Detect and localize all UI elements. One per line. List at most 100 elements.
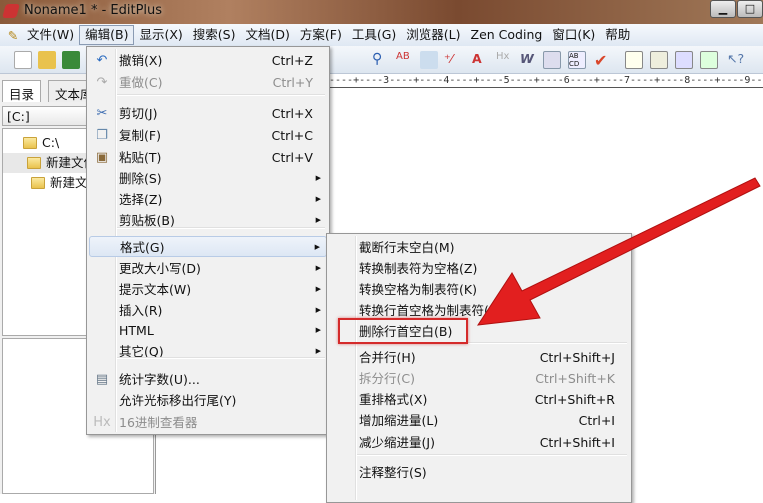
menu-item[interactable]: 格式(G) ▶ bbox=[89, 236, 327, 257]
spellcheck-icon[interactable]: ✔ bbox=[594, 51, 612, 70]
menu-item-label: 更改大小写(D) bbox=[119, 261, 201, 276]
menu-edit[interactable]: 编辑(B) bbox=[79, 25, 135, 45]
menu-search[interactable]: 搜索(S) bbox=[188, 25, 241, 45]
linenumber-icon[interactable]: ⁺⁄ bbox=[444, 51, 462, 69]
submenu-arrow-icon: ▶ bbox=[315, 285, 321, 293]
tab-directory[interactable]: 目录 bbox=[2, 80, 42, 102]
menu-item-shortcut: Ctrl+X bbox=[271, 106, 313, 121]
edit-menu: ↶ 撤销(X) Ctrl+Z ↷ 重做(C) Ctrl+Y ✂ 剪切(J) Ctrl+X ❐ 复制(… bbox=[86, 46, 330, 435]
menu-item-label: 粘贴(T) bbox=[119, 150, 162, 165]
menu-item[interactable]: 插入(R) ▶ bbox=[89, 300, 327, 321]
menu-item-label: 重排格式(X) bbox=[359, 392, 428, 407]
submenu-arrow-icon: ▶ bbox=[315, 264, 321, 272]
menu-item[interactable]: 重排格式(X) Ctrl+Shift+R bbox=[329, 389, 629, 410]
menu-item-label: 重做(C) bbox=[119, 75, 163, 90]
menu-item[interactable]: ↶ 撤销(X) Ctrl+Z bbox=[89, 50, 327, 71]
panel-icon[interactable] bbox=[625, 51, 643, 69]
menu-item[interactable]: 更改大小写(D) ▶ bbox=[89, 258, 327, 279]
menu-item-shortcut: Ctrl+I bbox=[578, 413, 615, 428]
tree-node[interactable]: C:\ bbox=[23, 133, 59, 153]
menu-item[interactable]: 允许光标移出行尾(Y) bbox=[89, 390, 327, 411]
undo-icon: ↶ bbox=[96, 53, 108, 68]
menu-item-label: 16进制查看器 bbox=[119, 415, 198, 430]
submenu-arrow-icon: ▶ bbox=[314, 243, 320, 251]
submenu-arrow-icon: ▶ bbox=[315, 195, 321, 203]
menu-item-label: 截断行末空白(M) bbox=[359, 240, 455, 255]
replace-icon[interactable]: AB bbox=[396, 51, 414, 69]
menu-tools[interactable]: 工具(G) bbox=[347, 25, 401, 45]
menu-item-label: 删除(S) bbox=[119, 171, 162, 186]
menu-item-label: 合并行(H) bbox=[359, 350, 416, 365]
help-icon[interactable]: ↖? bbox=[727, 51, 745, 69]
word-wrap-icon[interactable]: W bbox=[520, 51, 538, 69]
menu-item[interactable]: 合并行(H) Ctrl+Shift+J bbox=[329, 347, 629, 368]
menu-item[interactable]: 选择(Z) ▶ bbox=[89, 189, 327, 210]
red-arrow-annotation bbox=[476, 177, 761, 326]
menu-item[interactable]: 增加缩进量(L) Ctrl+I bbox=[329, 410, 629, 431]
paste-icon: ▣ bbox=[95, 150, 109, 165]
menu-project[interactable]: 方案(F) bbox=[295, 25, 347, 45]
menu-item[interactable]: 减少缩进量(J) Ctrl+Shift+I bbox=[329, 432, 629, 453]
menu-item-label: 提示文本(W) bbox=[119, 282, 192, 297]
menu-item[interactable]: ↷ 重做(C) Ctrl+Y bbox=[89, 72, 327, 93]
menu-item-shortcut: Ctrl+Y bbox=[272, 75, 313, 90]
menu-item-label: 选择(Z) bbox=[119, 192, 163, 207]
submenu-arrow-icon: ▶ bbox=[315, 326, 321, 334]
folder-icon bbox=[27, 157, 41, 169]
menu-view[interactable]: 显示(X) bbox=[134, 25, 187, 45]
cliptext-icon[interactable] bbox=[650, 51, 668, 69]
folder-icon bbox=[31, 177, 45, 189]
menu-item-label: 统计字数(U)... bbox=[119, 372, 200, 387]
menu-item-label: 减少缩进量(J) bbox=[359, 435, 435, 450]
menu-item[interactable]: Hx 16进制查看器 bbox=[89, 412, 327, 433]
menu-item-label: 插入(R) bbox=[119, 303, 163, 318]
menu-item-shortcut: Ctrl+Shift+I bbox=[539, 435, 615, 450]
menu-item[interactable]: HTML ▶ bbox=[89, 320, 327, 341]
menu-item-shortcut: Ctrl+Shift+J bbox=[539, 350, 615, 365]
new-file-icon[interactable] bbox=[14, 51, 32, 69]
menu-item-shortcut: Ctrl+V bbox=[271, 150, 313, 165]
menu-item[interactable]: ✂ 剪切(J) Ctrl+X bbox=[89, 103, 327, 124]
menu-item-label: 格式(G) bbox=[120, 240, 165, 255]
column-select-icon[interactable]: AB CD bbox=[568, 51, 586, 69]
maximize-button[interactable]: □ bbox=[737, 0, 763, 18]
word-count-icon: ▤ bbox=[95, 372, 109, 387]
minimize-button[interactable]: ▁ bbox=[710, 0, 736, 18]
menu-item-shortcut: Ctrl+C bbox=[271, 128, 313, 143]
menu-separator bbox=[117, 227, 325, 229]
hex-toolbar-icon[interactable]: Hx bbox=[496, 51, 514, 69]
open-folder-icon[interactable] bbox=[38, 51, 56, 69]
goto-icon[interactable] bbox=[420, 51, 438, 69]
menu-window[interactable]: 窗口(K) bbox=[547, 25, 600, 45]
menu-item[interactable]: 提示文本(W) ▶ bbox=[89, 279, 327, 300]
redo-icon: ↷ bbox=[96, 75, 108, 90]
menu-item-label: 拆分行(C) bbox=[359, 371, 415, 386]
menu-item-shortcut: Ctrl+Shift+R bbox=[534, 392, 615, 407]
menu-zen-coding[interactable]: Zen Coding bbox=[466, 25, 548, 45]
find-icon[interactable]: ⚲ bbox=[372, 51, 390, 69]
menu-browser[interactable]: 浏览器(L) bbox=[401, 25, 465, 45]
menu-item[interactable]: 注释整行(S) bbox=[329, 462, 629, 483]
menu-separator bbox=[117, 94, 325, 96]
menu-help[interactable]: 帮助 bbox=[600, 25, 635, 45]
indent-guide-icon[interactable] bbox=[543, 51, 561, 69]
menu-item[interactable]: ▣ 粘贴(T) Ctrl+V bbox=[89, 147, 327, 168]
menu-item-label: 复制(F) bbox=[119, 128, 161, 143]
menu-separator bbox=[117, 357, 325, 359]
folder-icon bbox=[23, 137, 37, 149]
save-icon[interactable] bbox=[62, 51, 80, 69]
menu-item[interactable]: 删除(S) ▶ bbox=[89, 168, 327, 189]
menu-item-label: 增加缩进量(L) bbox=[359, 413, 439, 428]
font-icon[interactable]: A bbox=[472, 51, 490, 69]
menu-item[interactable]: ❐ 复制(F) Ctrl+C bbox=[89, 125, 327, 146]
menu-file[interactable]: 文件(W) bbox=[22, 25, 79, 45]
highlight-box bbox=[338, 318, 468, 344]
menu-document[interactable]: 文档(D) bbox=[241, 25, 295, 45]
output-icon[interactable] bbox=[675, 51, 693, 69]
browser-preview-icon[interactable] bbox=[700, 51, 718, 69]
menu-item-label: 转换制表符为空格(Z) bbox=[359, 261, 478, 276]
menu-item[interactable]: 拆分行(C) Ctrl+Shift+K bbox=[329, 368, 629, 389]
pencil-icon: ✎ bbox=[7, 27, 19, 43]
menu-item[interactable]: ▤ 统计字数(U)... bbox=[89, 369, 327, 390]
menu-item-label: 允许光标移出行尾(Y) bbox=[119, 393, 237, 408]
